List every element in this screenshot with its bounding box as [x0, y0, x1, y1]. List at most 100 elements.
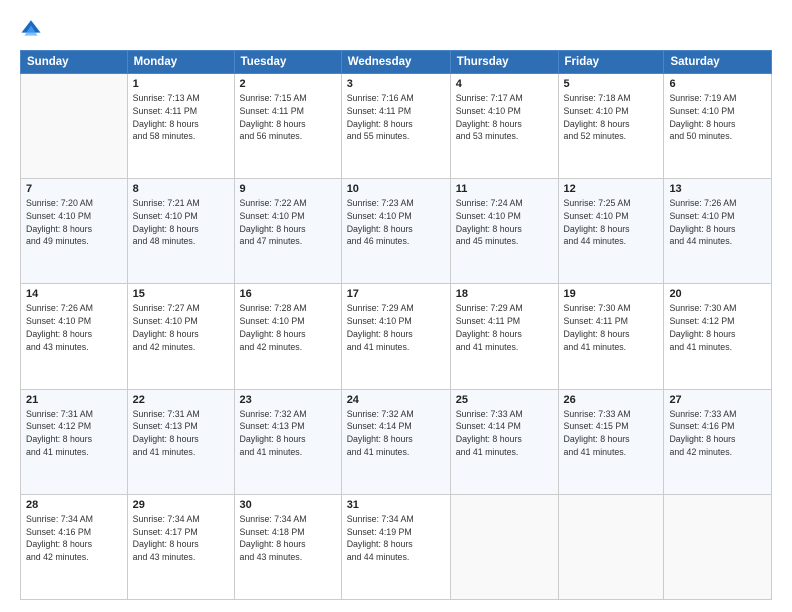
day-number: 2	[240, 78, 336, 90]
day-number: 6	[669, 78, 766, 90]
calendar-cell: 7 Sunrise: 7:20 AM Sunset: 4:10 PM Daylig…	[21, 179, 128, 284]
calendar-cell: 28Sunrise: 7:34 AM Sunset: 4:16 PM Dayli…	[21, 494, 128, 599]
day-info: Sunrise: 7:17 AM Sunset: 4:10 PM Dayligh…	[456, 92, 553, 143]
day-info: Sunrise: 7:30 AM Sunset: 4:11 PM Dayligh…	[564, 302, 659, 353]
calendar-week-row: 7 Sunrise: 7:20 AM Sunset: 4:10 PM Daylig…	[21, 179, 772, 284]
column-header-friday: Friday	[558, 51, 664, 74]
column-header-wednesday: Wednesday	[341, 51, 450, 74]
day-info: Sunrise: 7:30 AM Sunset: 4:12 PM Dayligh…	[669, 302, 766, 353]
calendar-cell: 27 Sunrise: 7:33 AM Sunset: 4:16 PM Dayli…	[664, 389, 772, 494]
day-number: 22	[133, 394, 229, 406]
calendar-header-row: SundayMondayTuesdayWednesdayThursdayFrid…	[21, 51, 772, 74]
page: SundayMondayTuesdayWednesdayThursdayFrid…	[0, 0, 792, 612]
calendar-cell: 22 Sunrise: 7:31 AM Sunset: 4:13 PM Dayli…	[127, 389, 234, 494]
day-info: Sunrise: 7:16 AM Sunset: 4:11 PM Dayligh…	[347, 92, 445, 143]
calendar-cell: 5 Sunrise: 7:18 AM Sunset: 4:10 PM Daylig…	[558, 74, 664, 179]
day-info: Sunrise: 7:19 AM Sunset: 4:10 PM Dayligh…	[669, 92, 766, 143]
day-number: 28	[26, 499, 122, 511]
calendar-table: SundayMondayTuesdayWednesdayThursdayFrid…	[20, 50, 772, 600]
calendar-week-row: 1 Sunrise: 7:13 AM Sunset: 4:11 PM Daylig…	[21, 74, 772, 179]
day-number: 24	[347, 394, 445, 406]
calendar-cell: 3Sunrise: 7:16 AM Sunset: 4:11 PM Daylig…	[341, 74, 450, 179]
calendar-week-row: 28Sunrise: 7:34 AM Sunset: 4:16 PM Dayli…	[21, 494, 772, 599]
calendar-cell: 26Sunrise: 7:33 AM Sunset: 4:15 PM Dayli…	[558, 389, 664, 494]
day-info: Sunrise: 7:18 AM Sunset: 4:10 PM Dayligh…	[564, 92, 659, 143]
day-info: Sunrise: 7:33 AM Sunset: 4:15 PM Dayligh…	[564, 408, 659, 459]
day-number: 13	[669, 183, 766, 195]
calendar-cell: 14 Sunrise: 7:26 AM Sunset: 4:10 PM Dayli…	[21, 284, 128, 389]
day-info: Sunrise: 7:22 AM Sunset: 4:10 PM Dayligh…	[240, 197, 336, 248]
calendar-cell: 6 Sunrise: 7:19 AM Sunset: 4:10 PM Daylig…	[664, 74, 772, 179]
day-number: 17	[347, 288, 445, 300]
day-number: 19	[564, 288, 659, 300]
day-info: Sunrise: 7:20 AM Sunset: 4:10 PM Dayligh…	[26, 197, 122, 248]
day-number: 5	[564, 78, 659, 90]
day-info: Sunrise: 7:13 AM Sunset: 4:11 PM Dayligh…	[133, 92, 229, 143]
day-info: Sunrise: 7:27 AM Sunset: 4:10 PM Dayligh…	[133, 302, 229, 353]
calendar-cell: 24 Sunrise: 7:32 AM Sunset: 4:14 PM Dayli…	[341, 389, 450, 494]
column-header-saturday: Saturday	[664, 51, 772, 74]
day-number: 4	[456, 78, 553, 90]
day-info: Sunrise: 7:33 AM Sunset: 4:16 PM Dayligh…	[669, 408, 766, 459]
calendar-cell: 17Sunrise: 7:29 AM Sunset: 4:10 PM Dayli…	[341, 284, 450, 389]
day-info: Sunrise: 7:34 AM Sunset: 4:17 PM Dayligh…	[133, 513, 229, 564]
calendar-cell: 23 Sunrise: 7:32 AM Sunset: 4:13 PM Dayli…	[234, 389, 341, 494]
day-info: Sunrise: 7:29 AM Sunset: 4:11 PM Dayligh…	[456, 302, 553, 353]
day-info: Sunrise: 7:26 AM Sunset: 4:10 PM Dayligh…	[669, 197, 766, 248]
day-number: 14	[26, 288, 122, 300]
calendar-cell: 18 Sunrise: 7:29 AM Sunset: 4:11 PM Dayli…	[450, 284, 558, 389]
calendar-cell: 15 Sunrise: 7:27 AM Sunset: 4:10 PM Dayli…	[127, 284, 234, 389]
day-info: Sunrise: 7:15 AM Sunset: 4:11 PM Dayligh…	[240, 92, 336, 143]
logo	[20, 18, 46, 40]
day-number: 29	[133, 499, 229, 511]
calendar-cell: 11Sunrise: 7:24 AM Sunset: 4:10 PM Dayli…	[450, 179, 558, 284]
calendar-cell: 31 Sunrise: 7:34 AM Sunset: 4:19 PM Dayli…	[341, 494, 450, 599]
day-info: Sunrise: 7:31 AM Sunset: 4:13 PM Dayligh…	[133, 408, 229, 459]
day-number: 1	[133, 78, 229, 90]
calendar-cell: 21 Sunrise: 7:31 AM Sunset: 4:12 PM Dayli…	[21, 389, 128, 494]
day-number: 18	[456, 288, 553, 300]
logo-icon	[20, 18, 42, 40]
column-header-monday: Monday	[127, 51, 234, 74]
day-number: 12	[564, 183, 659, 195]
day-number: 8	[133, 183, 229, 195]
day-number: 10	[347, 183, 445, 195]
calendar-week-row: 21 Sunrise: 7:31 AM Sunset: 4:12 PM Dayli…	[21, 389, 772, 494]
day-info: Sunrise: 7:25 AM Sunset: 4:10 PM Dayligh…	[564, 197, 659, 248]
calendar-cell: 30Sunrise: 7:34 AM Sunset: 4:18 PM Dayli…	[234, 494, 341, 599]
calendar-week-row: 14 Sunrise: 7:26 AM Sunset: 4:10 PM Dayli…	[21, 284, 772, 389]
calendar-cell: 16Sunrise: 7:28 AM Sunset: 4:10 PM Dayli…	[234, 284, 341, 389]
day-number: 11	[456, 183, 553, 195]
calendar-cell: 10 Sunrise: 7:23 AM Sunset: 4:10 PM Dayli…	[341, 179, 450, 284]
day-info: Sunrise: 7:32 AM Sunset: 4:13 PM Dayligh…	[240, 408, 336, 459]
day-info: Sunrise: 7:34 AM Sunset: 4:19 PM Dayligh…	[347, 513, 445, 564]
column-header-tuesday: Tuesday	[234, 51, 341, 74]
day-info: Sunrise: 7:32 AM Sunset: 4:14 PM Dayligh…	[347, 408, 445, 459]
day-number: 25	[456, 394, 553, 406]
calendar-cell: 25Sunrise: 7:33 AM Sunset: 4:14 PM Dayli…	[450, 389, 558, 494]
day-number: 21	[26, 394, 122, 406]
day-info: Sunrise: 7:34 AM Sunset: 4:18 PM Dayligh…	[240, 513, 336, 564]
column-header-thursday: Thursday	[450, 51, 558, 74]
calendar-cell: 1 Sunrise: 7:13 AM Sunset: 4:11 PM Daylig…	[127, 74, 234, 179]
day-number: 7	[26, 183, 122, 195]
day-info: Sunrise: 7:26 AM Sunset: 4:10 PM Dayligh…	[26, 302, 122, 353]
day-info: Sunrise: 7:23 AM Sunset: 4:10 PM Dayligh…	[347, 197, 445, 248]
day-info: Sunrise: 7:31 AM Sunset: 4:12 PM Dayligh…	[26, 408, 122, 459]
calendar-cell	[450, 494, 558, 599]
calendar-cell	[664, 494, 772, 599]
calendar-cell	[558, 494, 664, 599]
calendar-cell: 8Sunrise: 7:21 AM Sunset: 4:10 PM Daylig…	[127, 179, 234, 284]
day-number: 31	[347, 499, 445, 511]
calendar-cell: 2 Sunrise: 7:15 AM Sunset: 4:11 PM Daylig…	[234, 74, 341, 179]
day-number: 9	[240, 183, 336, 195]
day-number: 15	[133, 288, 229, 300]
column-header-sunday: Sunday	[21, 51, 128, 74]
calendar-cell	[21, 74, 128, 179]
day-number: 23	[240, 394, 336, 406]
calendar-cell: 4 Sunrise: 7:17 AM Sunset: 4:10 PM Daylig…	[450, 74, 558, 179]
day-number: 16	[240, 288, 336, 300]
day-number: 27	[669, 394, 766, 406]
header	[20, 18, 772, 40]
calendar-cell: 19 Sunrise: 7:30 AM Sunset: 4:11 PM Dayli…	[558, 284, 664, 389]
